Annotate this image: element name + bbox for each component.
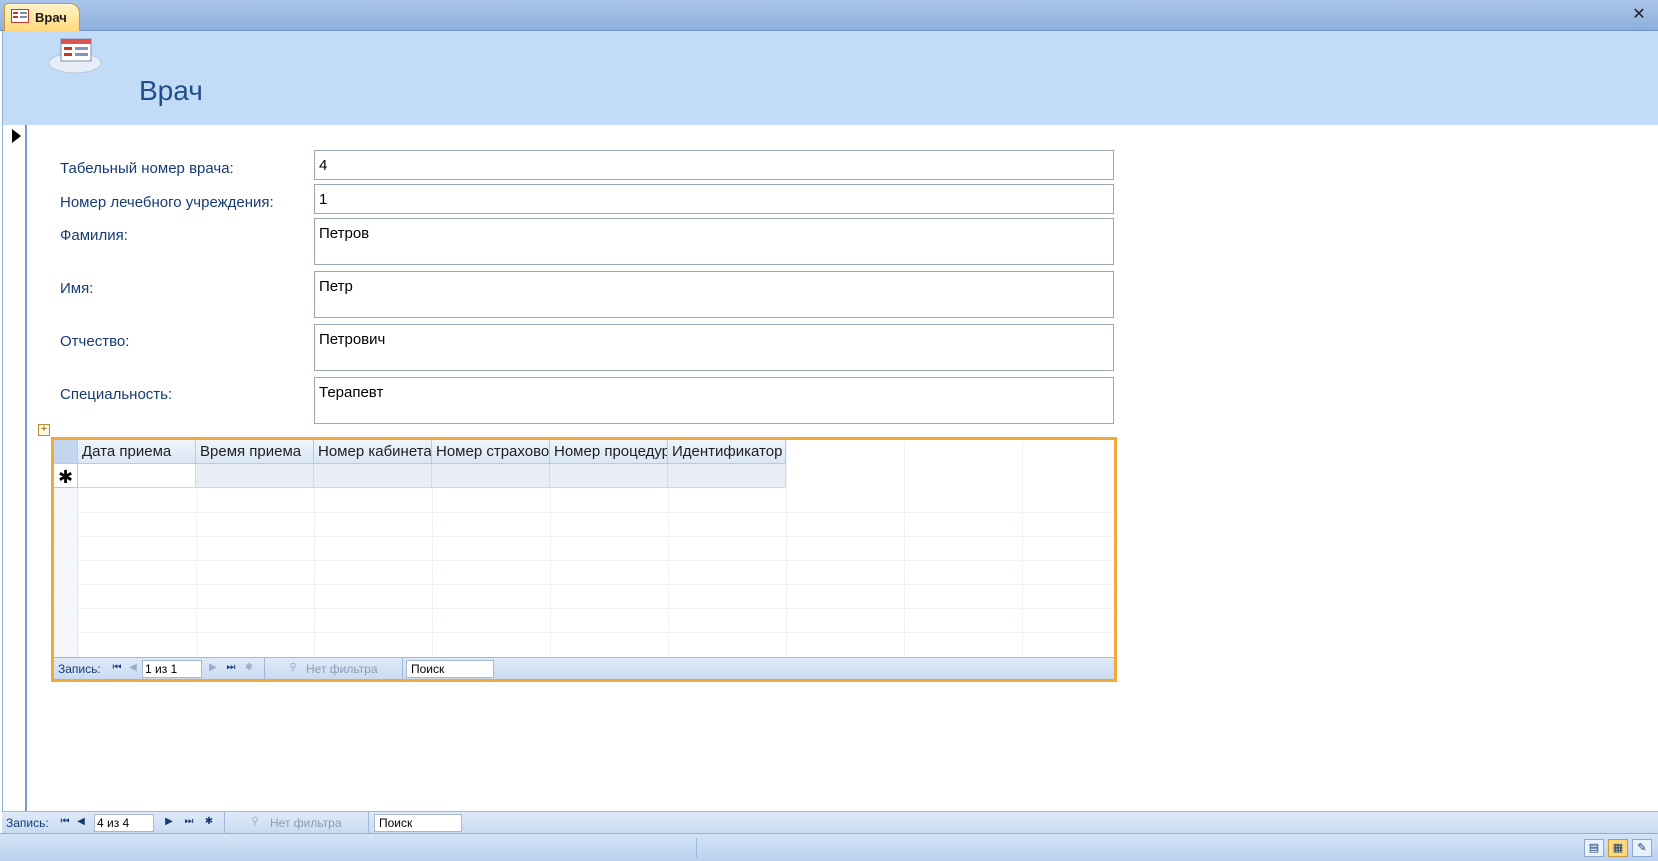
column-header[interactable]: Номер страхового: [432, 440, 550, 464]
prev-record-icon[interactable]: ◀: [126, 661, 140, 675]
filter-icon[interactable]: ⚲: [286, 661, 300, 675]
label-patronymic: Отчество:: [60, 333, 130, 350]
new-row-cell[interactable]: [668, 464, 786, 488]
appointments-subform[interactable]: Дата приема Время приема Номер кабинета …: [51, 437, 1117, 682]
new-row-cell[interactable]: [314, 464, 432, 488]
new-record-icon[interactable]: ✱: [242, 661, 256, 675]
label-first-name: Имя:: [60, 280, 94, 297]
close-icon[interactable]: ✕: [1630, 6, 1648, 24]
new-row-cell[interactable]: [550, 464, 668, 488]
new-record-marker[interactable]: ✱: [54, 464, 78, 488]
form-header: Врач: [2, 31, 1658, 125]
column-header[interactable]: Номер процедуры: [550, 440, 668, 464]
last-record-icon[interactable]: ⏭: [224, 661, 238, 675]
record-counter[interactable]: 4 из 4: [94, 814, 154, 832]
nav-label: Запись:: [6, 816, 49, 830]
record-pointer-icon: [12, 129, 21, 143]
main-record-navigation: Запись: ⏮ ◀ 4 из 4 ▶ ⏭ ✱ ⚲ Нет фильтра П…: [2, 811, 1658, 834]
document-tab[interactable]: Врач: [4, 3, 80, 31]
expand-icon[interactable]: +: [38, 424, 50, 436]
subform-datasheet[interactable]: Дата приема Время приема Номер кабинета …: [54, 440, 1114, 657]
prev-record-icon[interactable]: ◀: [74, 815, 88, 829]
filter-status[interactable]: Нет фильтра: [270, 816, 342, 830]
search-input[interactable]: Поиск: [374, 814, 462, 832]
record-counter[interactable]: 1 из 1: [142, 660, 202, 678]
form-icon: [11, 9, 29, 26]
design-view-icon[interactable]: ✎: [1632, 839, 1652, 857]
first-name-field[interactable]: Петр: [314, 271, 1114, 318]
last-record-icon[interactable]: ⏭: [182, 815, 196, 829]
label-clinic-number: Номер лечебного учреждения:: [60, 194, 274, 211]
next-record-icon[interactable]: ▶: [206, 661, 220, 675]
label-specialty: Специальность:: [60, 386, 173, 403]
first-record-icon[interactable]: ⏮: [58, 815, 72, 829]
form-header-icon: [48, 37, 105, 80]
select-all-corner[interactable]: [54, 440, 78, 464]
label-doctor-id: Табельный номер врача:: [60, 160, 234, 177]
search-input[interactable]: Поиск: [406, 660, 494, 678]
doctor-id-field[interactable]: 4: [314, 150, 1114, 180]
layout-view-icon[interactable]: ▦: [1608, 839, 1628, 857]
clinic-number-field[interactable]: 1: [314, 184, 1114, 214]
document-tab-strip: Врач ✕: [0, 0, 1658, 31]
column-header[interactable]: Идентификатор: [668, 440, 786, 464]
document-tab-label: Врач: [35, 10, 67, 25]
next-record-icon[interactable]: ▶: [162, 815, 176, 829]
last-name-field[interactable]: Петров: [314, 218, 1114, 265]
patronymic-field[interactable]: Петрович: [314, 324, 1114, 371]
subform-record-navigation: Запись: ⏮ ◀ 1 из 1 ▶ ⏭ ✱ ⚲ Нет фильтра П…: [54, 657, 1114, 680]
specialty-field[interactable]: Терапевт: [314, 377, 1114, 424]
filter-icon[interactable]: ⚲: [248, 815, 262, 829]
record-selector[interactable]: [2, 125, 27, 811]
form-title: Врач: [139, 75, 203, 106]
filter-status[interactable]: Нет фильтра: [306, 662, 378, 676]
first-record-icon[interactable]: ⏮: [110, 661, 124, 675]
new-row-cell[interactable]: [432, 464, 550, 488]
column-header[interactable]: Время приема: [196, 440, 314, 464]
nav-label: Запись:: [58, 662, 101, 676]
column-header[interactable]: Номер кабинета: [314, 440, 432, 464]
new-record-icon[interactable]: ✱: [202, 815, 216, 829]
status-bar: ▤ ▦ ✎: [0, 833, 1658, 861]
new-row-cell[interactable]: [196, 464, 314, 488]
column-header[interactable]: Дата приема: [78, 440, 196, 464]
label-last-name: Фамилия:: [60, 227, 128, 244]
form-view-icon[interactable]: ▤: [1584, 839, 1604, 857]
new-row-cell[interactable]: [78, 464, 196, 488]
